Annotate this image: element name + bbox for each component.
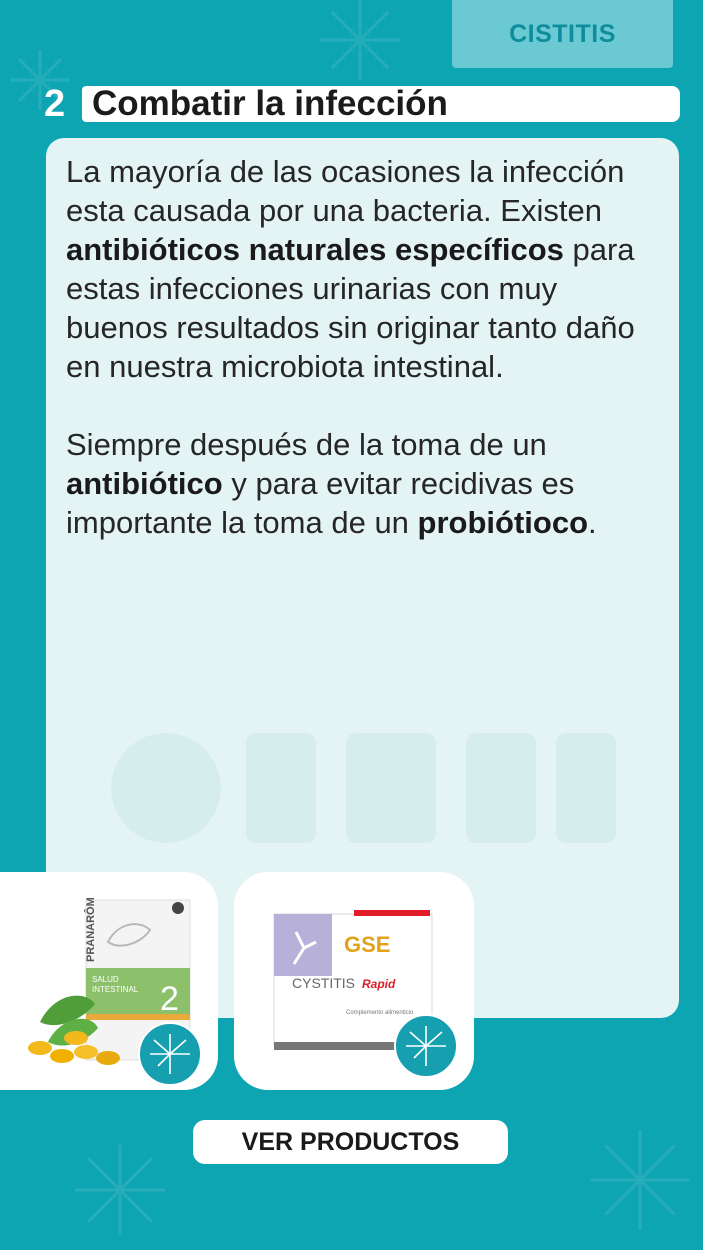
section-heading: 2 Combatir la infección xyxy=(40,83,680,125)
svg-text:2: 2 xyxy=(160,980,179,1018)
svg-text:INTESTINAL: INTESTINAL xyxy=(92,985,139,994)
step-number: 2 xyxy=(44,83,66,125)
highlight-antibiotic: antibiótico xyxy=(66,466,223,501)
product-card-cystitis-rapid[interactable]: GSE CYSTITIS Rapid Complemento alimentic… xyxy=(234,872,474,1090)
svg-text:PRANARÔM: PRANARÔM xyxy=(84,897,97,962)
heading-bar: Combatir la infección xyxy=(82,84,680,123)
body-text: La mayoría de las ocasiones la infección… xyxy=(66,152,666,542)
section-title: Combatir la infección xyxy=(92,84,448,123)
product-card-pranarom[interactable]: PRANARÔM SALUD INTESTINAL 2 xyxy=(0,872,218,1090)
paragraph-2: Siempre después de la toma de un antibió… xyxy=(66,427,597,540)
view-products-button[interactable]: VER PRODUCTOS xyxy=(193,1120,508,1164)
paragraph-1: La mayoría de las ocasiones la infección… xyxy=(66,154,635,384)
svg-text:CYSTITIS: CYSTITIS xyxy=(292,975,355,991)
svg-text:Rapid: Rapid xyxy=(362,977,396,991)
svg-text:SALUD: SALUD xyxy=(92,975,119,984)
dandelion-badge-icon xyxy=(138,1022,202,1086)
highlight-probiotic: probiótioco xyxy=(417,505,589,540)
dandelion-badge-icon xyxy=(394,1014,458,1078)
category-tag: CISTITIS xyxy=(452,0,673,68)
highlight-natural-antibiotics: antibióticos naturales específicos xyxy=(66,232,564,267)
svg-text:GSE: GSE xyxy=(344,932,390,957)
